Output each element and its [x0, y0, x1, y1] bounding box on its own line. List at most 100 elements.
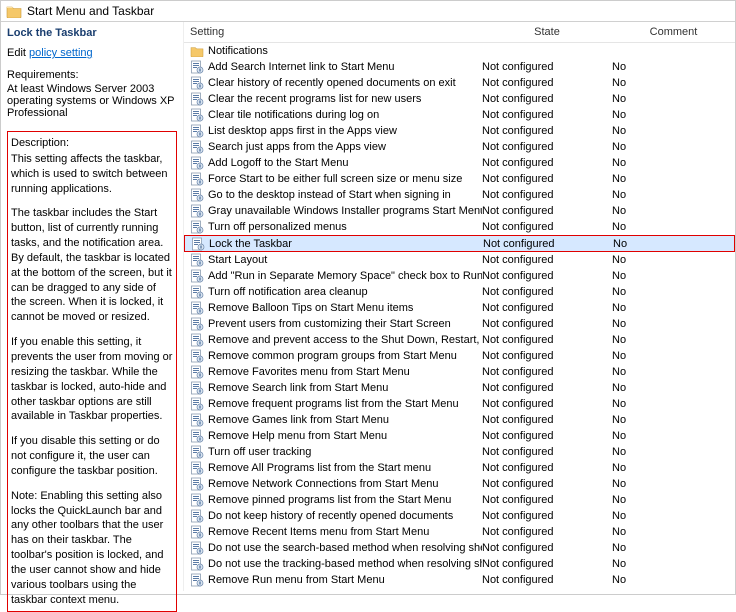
table-row[interactable]: Remove and prevent access to the Shut Do… — [184, 332, 735, 348]
policy-icon — [190, 365, 204, 379]
table-row[interactable]: Turn off notification area cleanupNot co… — [184, 284, 735, 300]
policy-icon — [190, 349, 204, 363]
setting-name: Gray unavailable Windows Installer progr… — [208, 205, 482, 217]
table-row[interactable]: Remove common program groups from Start … — [184, 348, 735, 364]
table-row[interactable]: Remove Balloon Tips on Start Menu itemsN… — [184, 300, 735, 316]
comment-value: No — [612, 510, 729, 522]
comment-value: No — [612, 286, 729, 298]
edit-line: Edit policy setting — [7, 47, 177, 59]
policy-icon — [190, 156, 204, 170]
table-row[interactable]: Gray unavailable Windows Installer progr… — [184, 203, 735, 219]
table-row[interactable]: Remove pinned programs list from the Sta… — [184, 492, 735, 508]
description-p4: If you disable this setting or do not co… — [11, 434, 173, 479]
state-value: Not configured — [482, 125, 612, 137]
folder-icon — [190, 45, 204, 57]
column-setting[interactable]: Setting — [184, 22, 482, 42]
policy-icon — [190, 253, 204, 267]
policy-icon — [190, 172, 204, 186]
comment-value: No — [612, 334, 729, 346]
column-comment[interactable]: Comment — [612, 22, 735, 42]
requirements-label: Requirements: — [7, 69, 177, 81]
table-row[interactable]: Search just apps from the Apps viewNot c… — [184, 139, 735, 155]
table-row[interactable]: Remove Help menu from Start MenuNot conf… — [184, 428, 735, 444]
description-p5: Note: Enabling this setting also locks t… — [11, 489, 173, 608]
policy-icon — [190, 413, 204, 427]
table-row[interactable]: Remove Recent Items menu from Start Menu… — [184, 524, 735, 540]
table-row[interactable]: Remove Network Connections from Start Me… — [184, 476, 735, 492]
table-row[interactable]: Remove Run menu from Start MenuNot confi… — [184, 572, 735, 588]
table-row[interactable]: Remove frequent programs list from the S… — [184, 396, 735, 412]
comment-value: No — [612, 302, 729, 314]
setting-name: Clear the recent programs list for new u… — [208, 93, 421, 105]
setting-name: Remove Favorites menu from Start Menu — [208, 366, 410, 378]
table-row[interactable]: Remove Favorites menu from Start MenuNot… — [184, 364, 735, 380]
comment-value: No — [612, 478, 729, 490]
table-row[interactable]: Remove All Programs list from the Start … — [184, 460, 735, 476]
comment-value: No — [612, 189, 729, 201]
setting-name: Search just apps from the Apps view — [208, 141, 386, 153]
table-row[interactable]: Go to the desktop instead of Start when … — [184, 187, 735, 203]
setting-name: Remove Network Connections from Start Me… — [208, 478, 438, 490]
state-value: Not configured — [482, 542, 612, 554]
policy-icon — [190, 541, 204, 555]
comment-value: No — [612, 221, 729, 233]
table-row[interactable]: Lock the TaskbarNot configuredNo — [184, 235, 735, 252]
setting-name: Remove frequent programs list from the S… — [208, 398, 459, 410]
table-row[interactable]: Remove Search link from Start MenuNot co… — [184, 380, 735, 396]
state-value: Not configured — [482, 302, 612, 314]
setting-name: Add Search Internet link to Start Menu — [208, 61, 395, 73]
column-state[interactable]: State — [482, 22, 612, 42]
policy-icon — [190, 76, 204, 90]
policy-list-panel: Setting State Comment Notifications Add … — [184, 22, 735, 591]
state-value: Not configured — [482, 350, 612, 362]
setting-name: Add Logoff to the Start Menu — [208, 157, 348, 169]
comment-value: No — [612, 77, 729, 89]
table-row[interactable]: Start LayoutNot configuredNo — [184, 252, 735, 268]
comment-value: No — [612, 414, 729, 426]
comment-value: No — [612, 398, 729, 410]
state-value: Not configured — [482, 558, 612, 570]
state-value: Not configured — [482, 205, 612, 217]
comment-value: No — [612, 558, 729, 570]
table-row[interactable]: Turn off personalized menusNot configure… — [184, 219, 735, 235]
table-row[interactable]: Add "Run in Separate Memory Space" check… — [184, 268, 735, 284]
table-row[interactable]: Turn off user trackingNot configuredNo — [184, 444, 735, 460]
table-row[interactable]: Do not use the tracking-based method whe… — [184, 556, 735, 572]
table-row[interactable]: Add Search Internet link to Start MenuNo… — [184, 59, 735, 75]
policy-icon — [190, 92, 204, 106]
table-row[interactable]: Clear tile notifications during log onNo… — [184, 107, 735, 123]
setting-name: Do not keep history of recently opened d… — [208, 510, 453, 522]
table-row[interactable]: Force Start to be either full screen siz… — [184, 171, 735, 187]
folder-label: Notifications — [208, 45, 268, 57]
policy-icon — [190, 60, 204, 74]
state-value: Not configured — [482, 109, 612, 121]
table-body: Notifications Add Search Internet link t… — [184, 43, 735, 588]
comment-value: No — [612, 93, 729, 105]
edit-policy-link[interactable]: policy setting — [29, 47, 93, 59]
policy-icon — [190, 445, 204, 459]
policy-icon — [190, 525, 204, 539]
setting-name: Remove Games link from Start Menu — [208, 414, 389, 426]
description-label: Description: — [11, 136, 173, 151]
table-header: Setting State Comment — [184, 22, 735, 43]
policy-icon — [190, 220, 204, 234]
setting-name: Turn off personalized menus — [208, 221, 347, 233]
table-row[interactable]: Do not keep history of recently opened d… — [184, 508, 735, 524]
setting-name: Remove common program groups from Start … — [208, 350, 457, 362]
policy-icon — [190, 140, 204, 154]
edit-label: Edit — [7, 47, 26, 59]
state-value: Not configured — [482, 398, 612, 410]
policy-icon — [190, 509, 204, 523]
table-row[interactable]: Remove Games link from Start MenuNot con… — [184, 412, 735, 428]
comment-value: No — [612, 462, 729, 474]
table-row[interactable]: Add Logoff to the Start MenuNot configur… — [184, 155, 735, 171]
table-row[interactable]: List desktop apps first in the Apps view… — [184, 123, 735, 139]
folder-row[interactable]: Notifications — [184, 43, 735, 59]
setting-name: Start Layout — [208, 254, 267, 266]
table-row[interactable]: Prevent users from customizing their Sta… — [184, 316, 735, 332]
table-row[interactable]: Clear history of recently opened documen… — [184, 75, 735, 91]
table-row[interactable]: Clear the recent programs list for new u… — [184, 91, 735, 107]
comment-value: No — [612, 382, 729, 394]
table-row[interactable]: Do not use the search-based method when … — [184, 540, 735, 556]
header-title: Start Menu and Taskbar — [27, 4, 154, 18]
